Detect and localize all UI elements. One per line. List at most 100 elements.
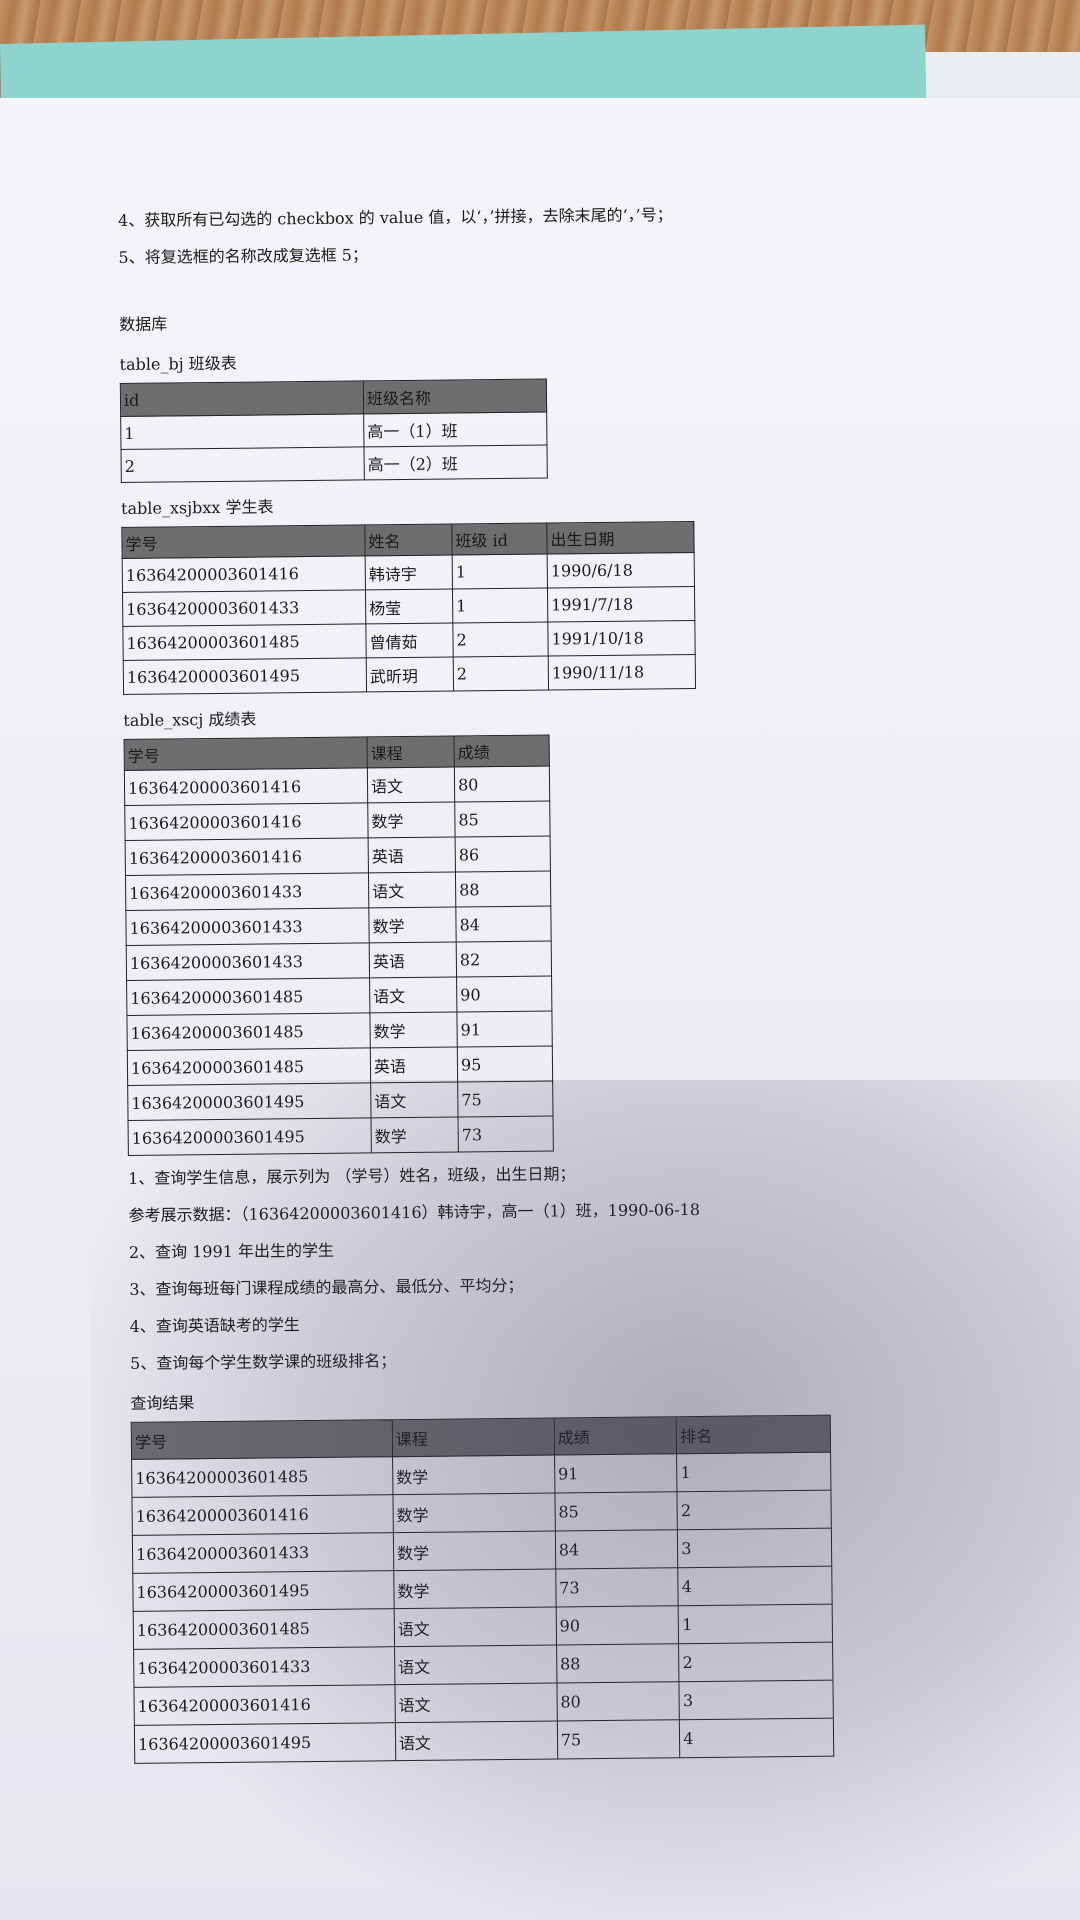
table-bj-caption: table_bj 班级表 (119, 353, 237, 374)
student-table: 学号 姓名 班级 id 出生日期 16364200003601416 韩诗宇 1… (121, 521, 696, 695)
table-cell: 曾倩茹 (365, 623, 454, 658)
table-cell: 91 (456, 1011, 553, 1047)
column-header: 成绩 (553, 1416, 677, 1455)
table-cell: 英语 (368, 837, 456, 873)
table-cell: 1 (452, 554, 548, 590)
table-cell: 语文 (394, 1606, 557, 1647)
table-cell: 3 (677, 1528, 832, 1568)
table-cell: 数学 (367, 802, 456, 838)
table-cell: 英语 (369, 941, 457, 978)
table-xscj-caption: table_xscj 成绩表 (123, 709, 257, 730)
table-cell: 16364200003601416 (133, 1684, 396, 1726)
table-cell: 语文 (370, 1081, 459, 1118)
table-cell: 16364200003601485 (126, 1012, 371, 1051)
table-cell: 16364200003601485 (127, 1047, 371, 1086)
column-header: 学号 (121, 524, 366, 559)
table-cell: 16364200003601495 (132, 1570, 395, 1612)
table-cell: 4 (678, 1566, 833, 1606)
table-cell: 16364200003601495 (123, 657, 367, 695)
table-cell: 16364200003601416 (124, 767, 368, 806)
table-cell: 88 (556, 1643, 680, 1683)
table-cell: 数学 (393, 1568, 556, 1609)
class-table: id 班级名称 1 高一（1）班 2 高一（2）班 (120, 379, 548, 483)
table-row: 16364200003601416 英语 86 (125, 836, 551, 876)
question-5: 5、查询每个学生数学课的班级排名； (129, 1351, 397, 1373)
question-2: 2、查询 1991 年出生的学生 (128, 1240, 335, 1262)
table-cell: 16364200003601485 (122, 623, 367, 661)
table-cell: 88 (455, 871, 551, 908)
table-cell: 数学 (368, 907, 457, 943)
table-row: 16364200003601433 语文 88 (125, 871, 551, 911)
table-cell: 1 (120, 413, 364, 450)
table-cell: 75 (457, 1080, 554, 1117)
table-cell: 1991/10/18 (547, 620, 696, 657)
table-cell: 1 (452, 588, 548, 624)
table-cell: 2 (678, 1642, 833, 1682)
table-cell: 91 (554, 1453, 678, 1493)
table-cell: 英语 (370, 1046, 458, 1083)
table-cell: 数学 (392, 1454, 555, 1495)
table-cell: 90 (555, 1605, 679, 1645)
table-cell: 2 (452, 622, 549, 658)
table-cell: 16364200003601433 (133, 1646, 395, 1688)
table-cell: 82 (456, 941, 552, 977)
table-row: 16364200003601485 英语 95 (127, 1045, 553, 1086)
column-header: 学号 (124, 736, 368, 771)
table-cell: 数学 (392, 1492, 556, 1533)
table-cell: 1 (676, 1452, 831, 1492)
table-cell: 语文 (394, 1644, 557, 1685)
table-cell: 84 (555, 1529, 679, 1569)
table-cell: 高一（2）班 (363, 445, 548, 480)
table-cell: 16364200003601485 (131, 1456, 393, 1498)
table-cell: 16364200003601485 (126, 977, 370, 1016)
table-cell: 1990/6/18 (547, 552, 695, 589)
table-cell: 语文 (369, 976, 457, 1013)
question-3: 3、查询每班每门课程成绩的最高分、最低分、平均分； (129, 1275, 524, 1299)
table-cell: 杨莹 (365, 589, 453, 624)
question-4: 4、查询英语缺考的学生 (129, 1315, 300, 1336)
column-header: 班级名称 (363, 379, 547, 414)
table-cell: 1990/11/18 (548, 654, 696, 691)
table-cell: 80 (454, 766, 550, 803)
table-cell: 语文 (394, 1682, 558, 1723)
table-cell: 4 (679, 1718, 834, 1758)
table-cell: 16364200003601485 (133, 1608, 395, 1650)
table-cell: 3 (679, 1680, 834, 1720)
table-cell: 16364200003601433 (125, 907, 370, 946)
document-content: 4、获取所有已勾选的 checkbox 的 value 值，以‘，’拼接，去除末… (118, 203, 834, 1776)
table-cell: 高一（1）班 (363, 412, 547, 447)
column-header: 班级 id (451, 523, 548, 556)
table-cell: 84 (455, 906, 552, 942)
table-cell: 16364200003601416 (125, 837, 369, 876)
table-cell: 数学 (393, 1530, 556, 1571)
table-cell: 16364200003601416 (124, 802, 369, 841)
question-1: 1、查询学生信息，展示列为 （学号）姓名，班级，出生日期； (128, 1164, 576, 1188)
table-cell: 16364200003601416 (122, 555, 366, 593)
table-cell: 95 (457, 1045, 553, 1082)
table-cell: 2 (121, 446, 365, 483)
column-header: 姓名 (364, 524, 453, 556)
table-cell: 语文 (367, 767, 455, 803)
table-cell: 85 (554, 1491, 678, 1531)
table-row: 2 高一（2）班 (121, 445, 548, 483)
table-cell: 2 (453, 656, 549, 692)
table-cell: 16364200003601433 (122, 589, 366, 627)
table-cell: 16364200003601495 (128, 1117, 372, 1156)
table-cell: 武昕玥 (366, 657, 454, 692)
table-cell: 2 (677, 1490, 832, 1530)
table-cell: 86 (455, 836, 551, 873)
table-cell: 16364200003601433 (132, 1532, 394, 1574)
table-row: 16364200003601416 语文 80 (124, 766, 550, 806)
table-cell: 80 (556, 1681, 680, 1721)
score-table: 学号 课程 成绩 16364200003601416 语文 80 163642000… (124, 735, 554, 1156)
table-row: 16364200003601485 数学 91 (126, 1011, 553, 1051)
table-row: 16364200003601433 英语 82 (126, 941, 552, 981)
column-header: 成绩 (454, 735, 550, 768)
column-header: 课程 (392, 1418, 555, 1457)
table-cell: 16364200003601433 (126, 942, 370, 981)
column-header: id (120, 380, 364, 417)
result-heading: 查询结果 (130, 1393, 195, 1413)
table-cell: 数学 (369, 1011, 458, 1048)
table-row: 16364200003601433 数学 84 (125, 906, 552, 946)
table-cell: 1991/7/18 (547, 586, 695, 623)
